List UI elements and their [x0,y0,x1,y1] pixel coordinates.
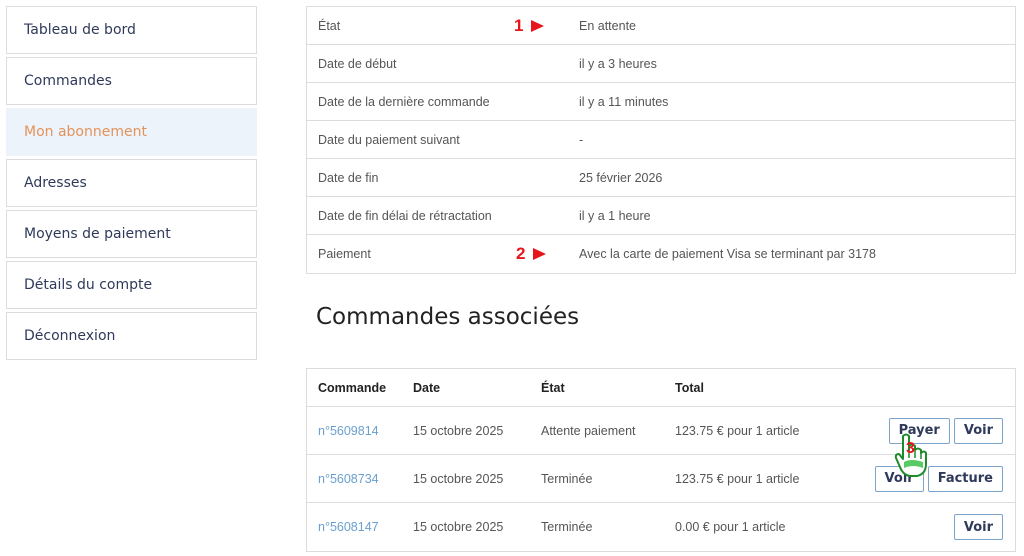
detail-value: il y a 1 heure [579,208,651,223]
order-date: 15 octobre 2025 [413,423,504,438]
order-state: Terminée [541,471,593,486]
detail-value: - [579,132,584,147]
subscription-details-table: État En attente Date de début il y a 3 h… [306,6,1016,274]
order-number-link[interactable]: n°5608734 [318,472,379,486]
sidebar-item-addresses[interactable]: Adresses [6,159,257,207]
detail-value: il y a 11 minutes [579,94,669,109]
detail-row-next-payment-date: Date du paiement suivant - [307,121,1015,159]
detail-label: Date de fin [318,170,379,185]
sidebar-item-subscription[interactable]: Mon abonnement [6,108,257,156]
table-header: Commande Date État Total [307,369,1015,407]
order-number-link[interactable]: n°5609814 [318,424,379,438]
detail-value: 25 février 2026 [579,170,663,185]
view-button[interactable]: Voir [953,417,1003,444]
detail-row-withdrawal-end: Date de fin délai de rétractation il y a… [307,197,1015,235]
order-state: Attente paiement [541,423,636,438]
column-header-order: Commande [318,381,387,395]
annotation-number: 1 [514,16,524,35]
sidebar-item-payment-methods[interactable]: Moyens de paiement [6,210,257,258]
detail-row-payment: Paiement Avec la carte de paiement Visa … [307,235,1015,273]
annotation-marker-3: 3 [906,440,915,457]
annotation-marker-2: 2 [516,244,547,264]
detail-row-end-date: Date de fin 25 février 2026 [307,159,1015,197]
related-orders-title: Commandes associées [316,304,580,330]
order-total: 123.75 € pour 1 article [675,423,800,438]
order-date: 15 octobre 2025 [413,520,504,534]
order-total: 123.75 € pour 1 article [675,471,800,486]
detail-label: Date de la dernière commande [318,94,490,109]
detail-label: Date du paiement suivant [318,132,460,147]
account-sidebar: Tableau de bord Commandes Mon abonnement… [6,6,257,363]
related-orders-table: Commande Date État Total n°5609814 15 oc… [306,368,1016,552]
detail-value: il y a 3 heures [579,56,657,71]
sidebar-item-dashboard[interactable]: Tableau de bord [6,6,257,54]
detail-label: Date de début [318,56,397,71]
order-date: 15 octobre 2025 [413,471,504,486]
pay-button[interactable]: Payer [888,417,950,444]
detail-row-status: État En attente [307,7,1015,45]
sidebar-item-logout[interactable]: Déconnexion [6,312,257,360]
order-state: Terminée [541,520,593,534]
order-number-link[interactable]: n°5608147 [318,520,379,534]
detail-value: En attente [579,18,636,33]
arrow-right-icon [533,248,547,260]
column-header-total: Total [675,381,704,395]
detail-label: État [318,18,341,33]
detail-value: Avec la carte de paiement Visa se termin… [579,247,876,261]
invoice-button[interactable]: Facture [927,465,1003,492]
order-actions: Voir Facture [874,465,1003,492]
view-button[interactable]: Voir [953,514,1003,540]
detail-row-start-date: Date de début il y a 3 heures [307,45,1015,83]
sidebar-item-orders[interactable]: Commandes [6,57,257,105]
table-row: n°5608147 15 octobre 2025 Terminée 0.00 … [307,503,1015,551]
column-header-state: État [541,381,565,395]
table-row: n°5608734 15 octobre 2025 Terminée 123.7… [307,455,1015,503]
detail-label: Paiement [318,247,371,261]
sidebar-item-account-details[interactable]: Détails du compte [6,261,257,309]
arrow-right-icon [531,20,545,32]
annotation-marker-1: 1 [514,16,545,36]
column-header-date: Date [413,381,441,395]
order-total: 0.00 € pour 1 article [675,520,786,534]
order-actions: Voir [953,514,1003,540]
view-button[interactable]: Voir [874,465,924,492]
detail-row-last-order-date: Date de la dernière commande il y a 11 m… [307,83,1015,121]
detail-label: Date de fin délai de rétractation [318,208,492,223]
annotation-number: 2 [516,244,526,263]
